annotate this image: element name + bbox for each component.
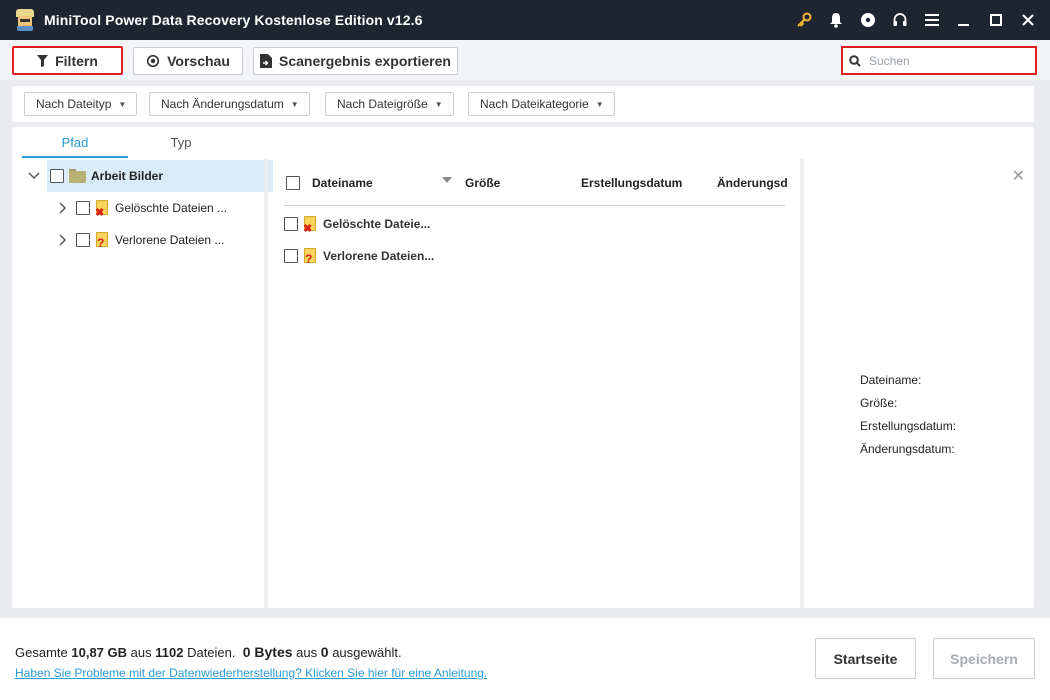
detail-size-label: Größe:	[860, 396, 898, 410]
home-button[interactable]: Startseite	[815, 638, 916, 679]
row-checkbox[interactable]	[284, 217, 298, 231]
export-button-label: Scanergebnis exportieren	[279, 53, 451, 69]
total-size: 10,87 GB	[71, 645, 128, 660]
toolbar: Filtern Vorschau Scanergebnis exportiere…	[0, 40, 1050, 80]
sort-desc-icon[interactable]	[442, 177, 452, 183]
help-link[interactable]: Haben Sie Probleme mit der Datenwiederhe…	[15, 666, 487, 680]
selected-size: 0 Bytes	[242, 644, 293, 660]
tree-lost-label: Verlorene Dateien ...	[115, 233, 225, 247]
lost-file-icon: ?	[303, 247, 317, 265]
window-title: MiniTool Power Data Recovery Kostenlose …	[44, 12, 423, 28]
row-filename: Verlorene Dateien...	[323, 249, 435, 263]
deleted-file-icon: ✖	[95, 199, 109, 218]
folder-tree: Arbeit Bilder ✖ Gelöschte Dateien ... ? …	[22, 160, 273, 256]
row-checkbox[interactable]	[284, 249, 298, 263]
close-detail-icon[interactable]: ✕	[1012, 166, 1025, 186]
headset-icon[interactable]	[884, 0, 916, 40]
bell-icon[interactable]	[820, 0, 852, 40]
close-icon[interactable]	[1012, 0, 1044, 40]
file-list-header: Dateiname Größe Erstellungsdatum Änderun…	[284, 159, 788, 206]
export-file-icon	[260, 54, 273, 68]
deleted-file-icon: ✖	[303, 215, 317, 234]
view-tabs: Pfad Typ	[22, 127, 252, 159]
eye-icon	[146, 55, 160, 67]
filter-by-modified-dropdown[interactable]: Nach Änderungsdatum ▼	[149, 92, 310, 116]
key-icon[interactable]	[788, 0, 820, 40]
summary-text: aus	[296, 645, 318, 660]
folder-icon	[69, 169, 86, 183]
title-bar: MiniTool Power Data Recovery Kostenlose …	[0, 0, 1050, 40]
chevron-down-icon: ▼	[290, 99, 299, 109]
save-button[interactable]: Speichern	[933, 638, 1035, 679]
chevron-right-icon[interactable]	[56, 201, 70, 215]
summary-prefix: Gesamte	[15, 645, 68, 660]
tree-root-label: Arbeit Bilder	[91, 169, 164, 183]
detail-filename-label: Dateiname:	[860, 373, 922, 387]
preview-button[interactable]: Vorschau	[133, 47, 243, 75]
chevron-down-icon[interactable]	[27, 169, 41, 183]
export-scan-button[interactable]: Scanergebnis exportieren	[253, 47, 458, 75]
file-count: 1102	[155, 645, 184, 660]
search-box[interactable]	[841, 46, 1037, 75]
chevron-down-icon: ▼	[434, 99, 443, 109]
status-bar: Gesamte 10,87 GB aus 1102 Dateien. 0 Byt…	[0, 618, 1050, 700]
list-item[interactable]: ✖ Gelöschte Dateie...	[284, 208, 430, 240]
filter-by-modified-label: Nach Änderungsdatum	[161, 97, 284, 111]
lost-file-icon: ?	[95, 231, 109, 249]
minimize-icon[interactable]	[948, 0, 980, 40]
app-logo-icon	[14, 9, 36, 31]
filter-by-category-label: Nach Dateikategorie	[480, 97, 589, 111]
column-size[interactable]: Größe	[465, 176, 500, 190]
file-detail-pane: ✕ Dateiname: Größe: Erstellungsdatum: Än…	[804, 159, 1034, 608]
scan-summary: Gesamte 10,87 GB aus 1102 Dateien. 0 Byt…	[15, 644, 402, 660]
filter-button-label: Filtern	[55, 52, 98, 69]
tree-item-deleted[interactable]: ✖ Gelöschte Dateien ...	[59, 192, 262, 224]
row-filename: Gelöschte Dateie...	[323, 217, 431, 231]
tree-lost-checkbox[interactable]	[76, 233, 90, 247]
column-modified[interactable]: Änderungsd	[717, 176, 788, 190]
detail-created-label: Erstellungsdatum:	[860, 419, 957, 433]
summary-text: Dateien.	[187, 645, 236, 660]
filter-by-category-dropdown[interactable]: Nach Dateikategorie ▼	[468, 92, 615, 116]
detail-modified-label: Änderungsdatum:	[860, 442, 955, 456]
preview-button-label: Vorschau	[167, 53, 230, 69]
filter-button[interactable]: Filtern	[12, 46, 123, 75]
column-filename[interactable]: Dateiname	[312, 176, 373, 190]
tree-root-checkbox[interactable]	[50, 169, 64, 183]
tree-deleted-label: Gelöschte Dateien ...	[115, 201, 228, 215]
column-created[interactable]: Erstellungsdatum	[581, 176, 682, 190]
chevron-right-icon[interactable]	[56, 233, 70, 247]
tree-deleted-checkbox[interactable]	[76, 201, 90, 215]
filter-by-size-dropdown[interactable]: Nach Dateigröße ▼	[325, 92, 454, 116]
funnel-icon	[37, 54, 49, 67]
panel-divider[interactable]	[264, 159, 268, 608]
summary-suffix: ausgewählt.	[332, 645, 402, 660]
filter-by-size-label: Nach Dateigröße	[337, 97, 428, 111]
results-panel: Pfad Typ Arbeit Bilder ✖ Gelöschte Datei…	[12, 127, 1034, 608]
select-all-checkbox[interactable]	[286, 176, 300, 190]
tree-item-lost[interactable]: ? Verlorene Dateien ...	[59, 224, 262, 256]
disc-icon[interactable]	[852, 0, 884, 40]
chevron-down-icon: ▼	[595, 99, 604, 109]
filter-by-type-label: Nach Dateityp	[36, 97, 112, 111]
filter-by-type-dropdown[interactable]: Nach Dateityp ▼	[24, 92, 138, 116]
filter-bar: Nach Dateityp ▼ Nach Änderungsdatum ▼ Nach…	[12, 86, 1034, 122]
chevron-down-icon: ▼	[118, 99, 127, 109]
summary-text: aus	[130, 645, 152, 660]
selected-count: 0	[320, 644, 329, 660]
tab-type[interactable]: Typ	[128, 127, 234, 158]
tree-item-root[interactable]: Arbeit Bilder	[28, 160, 273, 192]
search-icon	[849, 54, 861, 67]
search-input[interactable]	[869, 53, 1019, 68]
maximize-icon[interactable]	[980, 0, 1012, 40]
menu-icon[interactable]	[916, 0, 948, 40]
tab-path[interactable]: Pfad	[22, 127, 128, 158]
list-item[interactable]: ? Verlorene Dateien...	[284, 240, 434, 272]
